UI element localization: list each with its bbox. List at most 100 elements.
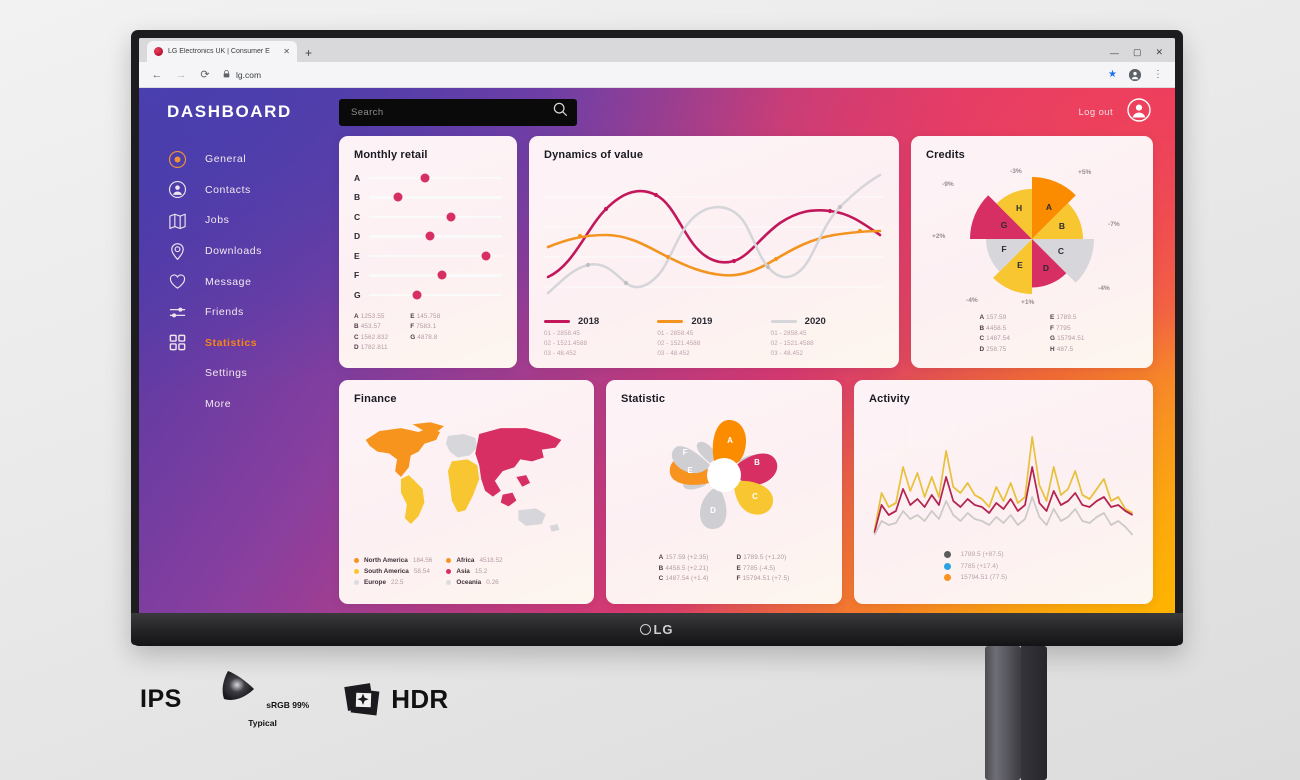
monitor-stand-neck (985, 646, 1021, 780)
retail-row-label: F (354, 270, 360, 281)
series-row: 02 - 1521.4588 (770, 340, 814, 347)
browser-toolbar: ← → ⟳ lg.com ★ ⋮ (139, 62, 1175, 88)
monitor-stand-neck-shadow (1021, 646, 1047, 780)
legend-item: 1789.5 (+87.5) (943, 551, 1064, 558)
legend-item: G 4878.8 (410, 333, 438, 341)
card-title: Statistic (621, 393, 666, 405)
browser-tab[interactable]: LG Electronics UK | Consumer E ✕ (147, 41, 297, 62)
legend-swatch (354, 580, 359, 585)
series-row: 02 - 1521.4588 (657, 340, 701, 347)
legend-series-2019[interactable]: 2019 01 - 2858.45 02 - 1521.4588 03 - 48… (657, 316, 770, 357)
page-title: DASHBOARD (167, 102, 292, 121)
browser-actions: ★ ⋮ (1108, 68, 1163, 81)
sidebar-item-label: Message (205, 275, 252, 288)
retail-row-label: E (354, 250, 360, 261)
series-row: 03 - 48.452 (770, 350, 804, 357)
minimize-icon[interactable]: — (1110, 48, 1119, 58)
region-africa[interactable] (447, 459, 480, 513)
card-title: Activity (869, 393, 910, 405)
series-row: 02 - 1521.4588 (544, 340, 588, 347)
search-input[interactable] (351, 106, 547, 118)
tab-title: LG Electronics UK | Consumer E (168, 48, 270, 55)
pie-pct-H: -3% (1010, 168, 1022, 175)
address-bar[interactable]: lg.com (223, 70, 1096, 80)
legend-item: A 157.59 (979, 314, 1007, 321)
legend-column: Africa 4518.52 Asia 15.2 Oceania 0.26 (446, 557, 503, 586)
sidebar-item-jobs[interactable]: Jobs (167, 205, 339, 236)
region-new-zealand[interactable] (549, 523, 560, 532)
legend-item: A 1253.55 (354, 312, 385, 320)
legend-series-2020[interactable]: 2020 01 - 2858.45 02 - 1521.4588 03 - 48… (770, 316, 884, 357)
sidebar-item-friends[interactable]: Friends (167, 297, 339, 328)
region-asia[interactable] (475, 428, 562, 497)
back-icon[interactable]: ← (151, 69, 163, 81)
pie-pct-C: -4% (1098, 285, 1110, 292)
retail-dot[interactable] (420, 173, 430, 183)
sidebar-item-label: Statistics (205, 336, 258, 349)
legend-column: E 1789.5 F 7795 G 15794.51 H 487.5 (1050, 314, 1085, 353)
pie-label-A: A (1046, 202, 1052, 212)
browser-menu-icon[interactable]: ⋮ (1153, 69, 1163, 80)
ips-badge-label: IPS (140, 685, 182, 713)
logout-button[interactable]: Log out (1079, 107, 1114, 118)
search-icon[interactable] (553, 102, 568, 122)
legend-item: Africa 4518.52 (446, 557, 503, 564)
user-avatar-icon[interactable] (1127, 97, 1151, 127)
search-box[interactable] (339, 98, 577, 126)
region-japan[interactable] (516, 475, 531, 487)
sidebar-item-more[interactable]: More (167, 389, 339, 420)
retail-row: A (354, 168, 502, 188)
card-title: Credits (926, 149, 965, 161)
new-tab-button[interactable]: + (299, 46, 318, 62)
retail-dot[interactable] (446, 212, 456, 222)
retail-dot[interactable] (481, 251, 491, 261)
region-north-america[interactable] (365, 428, 441, 478)
sidebar-item-downloads[interactable]: Downloads (167, 236, 339, 267)
legend-swatch (943, 574, 951, 581)
legend-column: D 1789.5 (+1.20) E 7785 (-4.5) F 15794.51 (… (737, 554, 790, 582)
petal-label-C: C (752, 492, 758, 501)
sliders-icon (167, 302, 187, 322)
region-southeast-asia[interactable] (500, 492, 517, 507)
pie-label-D: D (1043, 263, 1049, 273)
sidebar-item-general[interactable]: General (167, 144, 339, 175)
cards-row-bottom: Finance North America 184.56 South Ameri… (339, 380, 1153, 604)
legend-item: B 4458.5 (+2.21) (658, 564, 709, 572)
legend-item: D 1789.5 (+1.20) (736, 554, 787, 561)
pie-pct-F: +2% (932, 233, 946, 240)
sidebar-item-statistics[interactable]: Statistics (167, 328, 339, 359)
monitor-device: LG Electronics UK | Consumer E ✕ + — ▢ ✕… (131, 30, 1183, 645)
region-oceania[interactable] (518, 508, 546, 526)
pie-label-F: F (1001, 244, 1006, 254)
pie-label-E: E (1017, 260, 1023, 270)
region-europe[interactable] (445, 433, 478, 458)
pie-label-H: H (1016, 203, 1022, 213)
profile-avatar-icon[interactable] (1129, 68, 1141, 81)
legend-item: 15794.51 (77.5) (943, 574, 1064, 581)
window-close-icon[interactable]: ✕ (1155, 47, 1163, 58)
legend-item: G 15794.51 (1049, 335, 1085, 342)
retail-track (369, 192, 502, 202)
region-greenland[interactable] (412, 422, 444, 432)
maximize-icon[interactable]: ▢ (1133, 47, 1142, 58)
srgb-badge: sRGB 99% Typical (216, 668, 309, 731)
sidebar-item-message[interactable]: Message (167, 266, 339, 297)
close-icon[interactable]: ✕ (283, 47, 290, 56)
pie-pct-B: -7% (1108, 221, 1120, 228)
sidebar-item-settings[interactable]: Settings (167, 358, 339, 389)
reload-icon[interactable]: ⟳ (199, 68, 211, 81)
radial-hub (707, 458, 741, 492)
activity-legend: 1789.5 (+87.5) 7785 (+17.4) 15794.51 (77… (869, 551, 1138, 581)
legend-item: E 7785 (-4.5) (736, 564, 776, 572)
region-south-america[interactable] (400, 475, 425, 524)
legend-series-2018[interactable]: 2018 01 - 2858.45 02 - 1521.4588 03 - 48… (544, 316, 657, 357)
retail-dot[interactable] (412, 290, 422, 300)
retail-dot[interactable] (437, 270, 447, 280)
sidebar-item-contacts[interactable]: Contacts (167, 175, 339, 206)
retail-dot[interactable] (425, 231, 435, 241)
bookmark-star-icon[interactable]: ★ (1108, 69, 1117, 80)
sidebar-item-label: Settings (205, 367, 248, 380)
retail-dot[interactable] (393, 192, 403, 202)
retail-row-label: B (354, 192, 361, 203)
forward-icon[interactable]: → (175, 69, 187, 81)
